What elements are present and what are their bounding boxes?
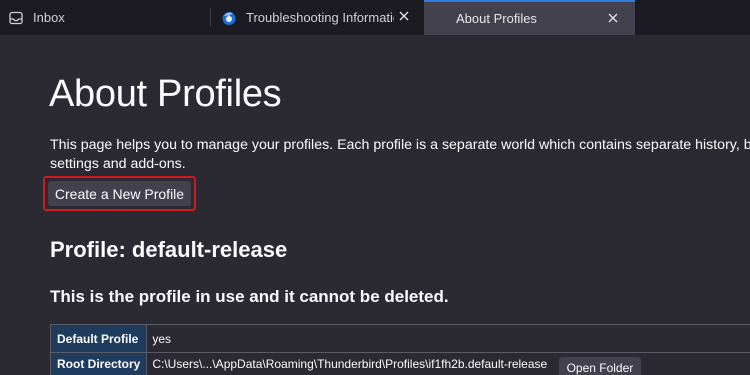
row-label: Root Directory: [49, 352, 148, 375]
open-folder-button[interactable]: Open Folder: [558, 357, 642, 375]
row-label: Default Profile: [49, 324, 148, 353]
row-value: C:\Users\...\AppData\Roaming\Thunderbird…: [146, 352, 750, 375]
profile-heading: Profile: default-release: [50, 237, 288, 262]
page-content: About Profiles This page helps you to ma…: [0, 35, 750, 375]
tab-inbox[interactable]: Inbox: [0, 0, 211, 35]
page-title: About Profiles: [49, 73, 282, 115]
create-new-profile-button[interactable]: Create a New Profile: [48, 181, 191, 206]
tab-troubleshooting-label: Troubleshooting Information: [246, 10, 394, 25]
profile-table: Default Profile yes Root Directory C:\Us…: [49, 324, 750, 375]
tab-troubleshooting[interactable]: Troubleshooting Information: [211, 0, 424, 35]
intro-line-2: settings and add-ons.: [50, 156, 186, 172]
tab-about-profiles-label: About Profiles: [456, 11, 537, 26]
root-directory-path: C:\Users\...\AppData\Roaming\Thunderbird…: [152, 357, 548, 371]
row-value: yes: [146, 324, 750, 353]
firefox-page-icon: [221, 10, 237, 26]
close-icon[interactable]: [396, 8, 412, 24]
table-row: Default Profile yes: [49, 324, 750, 353]
tab-inbox-label: Inbox: [33, 10, 65, 25]
mail-inbox-icon: [8, 10, 24, 26]
tab-about-profiles[interactable]: About Profiles: [424, 0, 635, 35]
close-icon[interactable]: [605, 10, 621, 26]
table-row: Root Directory C:\Users\...\AppData\Roam…: [49, 352, 750, 375]
create-profile-highlight: Create a New Profile: [43, 176, 196, 211]
profile-in-use-note: This is the profile in use and it cannot…: [50, 287, 449, 306]
intro-line-1: This page helps you to manage your profi…: [50, 137, 750, 153]
intro-text: This page helps you to manage your profi…: [50, 136, 750, 174]
tab-bar: Inbox Troubleshooting Information About …: [0, 0, 750, 35]
